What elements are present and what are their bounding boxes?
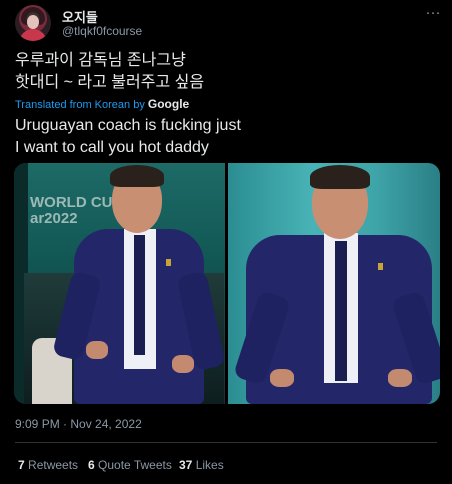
media-photo-left[interactable]: WORLD CU ar2022	[14, 163, 225, 404]
retweets-label: Retweets	[28, 458, 79, 472]
avatar-face	[27, 15, 39, 29]
avatar[interactable]	[15, 5, 51, 41]
tweet-timestamp[interactable]: 9:09 PM · Nov 24, 2022	[15, 417, 142, 431]
translation-line: Uruguayan coach is fucking just	[15, 117, 241, 134]
retweets-stat[interactable]: 7 Retweets	[18, 458, 78, 472]
author-handle[interactable]: @tlqkf0fcourse	[62, 24, 142, 38]
tweet-text-line: 핫대디 ~ 라고 불러주고 싶음	[15, 74, 205, 91]
media-photo-right[interactable]	[228, 163, 440, 404]
likes-count: 37	[179, 458, 193, 472]
tweet-card: 오지들 @tlqkf0fcourse ··· 우루과이 감독님 존나그냥 핫대디…	[0, 0, 452, 484]
tweet-text-line: 우루과이 감독님 존나그냥	[15, 52, 186, 69]
quote-tweets-stat[interactable]: 6 Quote Tweets	[88, 458, 172, 472]
coach-tie	[335, 241, 347, 381]
divider	[15, 442, 437, 443]
quote-tweets-count: 6	[88, 458, 95, 472]
coach-hand-left	[86, 341, 108, 359]
retweets-count: 7	[18, 458, 25, 472]
stadium-banner-line: ar2022	[30, 210, 78, 227]
more-horizontal-icon[interactable]: ···	[424, 4, 442, 22]
coach-hand-right	[172, 355, 194, 373]
coach-badge	[378, 263, 383, 270]
likes-stat[interactable]: 37 Likes	[179, 458, 224, 472]
likes-label: Likes	[195, 458, 224, 472]
coach-tie	[134, 235, 145, 355]
coach-hair	[110, 165, 164, 187]
translated-from-link[interactable]: Translated from Korean by Google	[15, 97, 189, 111]
stadium-banner-line: WORLD CU	[30, 194, 113, 211]
translation-line: I want to call you hot daddy	[15, 139, 209, 156]
stadium-banner: WORLD CU ar2022	[30, 195, 113, 227]
quote-tweets-label: Quote Tweets	[98, 458, 172, 472]
tweet-media: WORLD CU ar2022	[14, 163, 440, 404]
tweet-text-translation: Uruguayan coach is fucking just I want t…	[15, 115, 445, 159]
avatar-body	[19, 29, 47, 41]
coach-hair	[310, 165, 370, 189]
coach-hand-right	[388, 369, 412, 387]
coach-badge	[166, 259, 171, 266]
tweet-text-original: 우루과이 감독님 존나그냥 핫대디 ~ 라고 불러주고 싶음	[15, 50, 435, 94]
coach-hand-left	[270, 369, 294, 387]
translated-label: Translated from Korean by	[15, 99, 145, 111]
translator-brand: Google	[147, 97, 190, 111]
